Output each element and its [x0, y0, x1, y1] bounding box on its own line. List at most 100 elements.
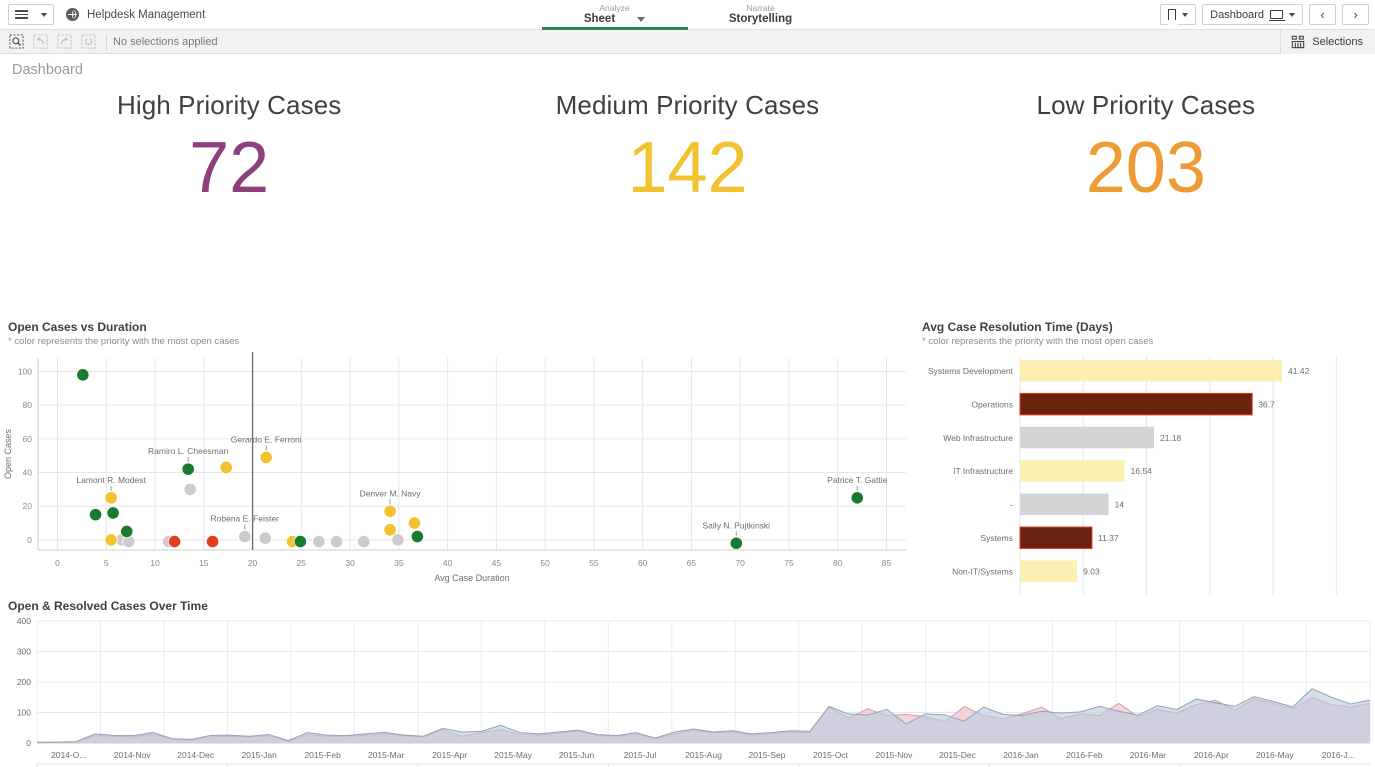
- scatter-point: [383, 523, 397, 537]
- next-sheet-button[interactable]: ›: [1342, 4, 1369, 25]
- bar: [1020, 426, 1155, 449]
- chart-open-cases-vs-duration[interactable]: Open Cases vs Duration * color represent…: [0, 312, 916, 597]
- svg-text:Denver M. Navy: Denver M. Navy: [360, 488, 422, 498]
- main-menu-button[interactable]: [8, 4, 54, 25]
- svg-text:2015-Apr: 2015-Apr: [432, 750, 467, 760]
- timeseries-header: Open & Resolved Cases Over Time: [0, 597, 1375, 613]
- svg-text:50: 50: [540, 558, 550, 568]
- scatter-point: [293, 534, 307, 549]
- tab-narrate-kicker: Narrate: [746, 3, 775, 13]
- scatter-plot[interactable]: 0 20 40 60 80 100 0 5 10 15 20 25 30 35 40 45 50 55 60 65 70…: [0, 350, 916, 595]
- svg-text:100: 100: [18, 366, 32, 376]
- chevron-left-icon: ‹: [1320, 7, 1325, 22]
- svg-text:2014-Dec: 2014-Dec: [177, 750, 215, 760]
- svg-text:Systems Development: Systems Development: [928, 366, 1014, 376]
- chevron-down-icon[interactable]: [637, 17, 646, 22]
- kpi-row: High Priority Cases 72 Medium Priority C…: [0, 90, 1375, 250]
- selection-tools: [0, 32, 100, 52]
- svg-text:80: 80: [833, 558, 843, 568]
- kpi-value: 142: [627, 128, 748, 208]
- svg-text:15: 15: [199, 558, 209, 568]
- scatter-point: [850, 491, 864, 505]
- chevron-down-icon: [40, 12, 47, 17]
- kpi-high-priority[interactable]: High Priority Cases 72: [0, 90, 458, 250]
- selections-label: Selections: [1312, 36, 1363, 48]
- svg-text:300: 300: [17, 647, 31, 657]
- scatter-header: Open Cases vs Duration * color represent…: [0, 312, 916, 347]
- tab-analyze-kicker: Analyze: [599, 3, 630, 13]
- svg-text:Lamont R. Modest: Lamont R. Modest: [76, 475, 146, 485]
- svg-text:2016-Mar: 2016-Mar: [1130, 750, 1167, 760]
- svg-text:36.7: 36.7: [1258, 399, 1275, 409]
- svg-text:2016-Apr: 2016-Apr: [1194, 750, 1229, 760]
- svg-text:20: 20: [23, 501, 33, 511]
- svg-text:2015-Mar: 2015-Mar: [368, 750, 405, 760]
- selection-search-icon[interactable]: [4, 32, 28, 52]
- svg-text:10: 10: [150, 558, 160, 568]
- svg-text:Open Cases: Open Cases: [3, 428, 13, 479]
- svg-text:75: 75: [784, 558, 794, 568]
- svg-text:Web Infrastructure: Web Infrastructure: [943, 433, 1013, 443]
- bar-title: Avg Case Resolution Time (Days): [922, 320, 1113, 334]
- svg-text:2014-Nov: 2014-Nov: [114, 750, 152, 760]
- svg-text:0: 0: [55, 558, 60, 568]
- svg-text:20: 20: [248, 558, 258, 568]
- scatter-subtitle: * color represents the priority with the…: [8, 336, 240, 347]
- svg-text:2016-Feb: 2016-Feb: [1066, 750, 1103, 760]
- svg-text:2016-May: 2016-May: [1256, 750, 1295, 760]
- svg-text:60: 60: [638, 558, 648, 568]
- kpi-value: 72: [189, 128, 270, 208]
- scatter-point: [88, 508, 103, 522]
- kpi-label: Low Priority Cases: [1036, 90, 1256, 120]
- scatter-point: [183, 482, 197, 496]
- svg-text:0: 0: [27, 535, 32, 545]
- svg-text:200: 200: [17, 677, 31, 687]
- tab-narrate-storytelling[interactable]: Narrate Storytelling: [688, 0, 834, 30]
- svg-text:400: 400: [17, 616, 31, 626]
- globe-icon: [66, 8, 79, 21]
- selections-button[interactable]: Selections: [1280, 30, 1375, 54]
- sheet-canvas: Dashboard High Priority Cases 72 Medium …: [0, 54, 1375, 767]
- svg-text:5: 5: [104, 558, 109, 568]
- bookmark-icon: [1167, 9, 1178, 25]
- selection-status: No selections applied: [113, 35, 218, 48]
- scatter-point: [407, 516, 422, 530]
- chart-open-resolved-over-time[interactable]: Open & Resolved Cases Over Time 0 100 200 3…: [0, 597, 1375, 767]
- sheet-selector-button[interactable]: Dashboard: [1202, 4, 1303, 25]
- kpi-value: 203: [1085, 128, 1206, 208]
- timeseries-chart[interactable]: 0 100 200 300 400 2014-O... 2014-Nov 2014-Dec 20…: [0, 615, 1375, 767]
- area-open: [37, 688, 1370, 743]
- svg-text:80: 80: [23, 400, 33, 410]
- bar-chart[interactable]: Systems Development 41.42 Operations 36.7 We…: [916, 350, 1375, 595]
- svg-text:100: 100: [17, 708, 31, 718]
- svg-text:35: 35: [394, 558, 404, 568]
- kpi-label: High Priority Cases: [116, 90, 342, 120]
- bookmarks-button[interactable]: [1160, 4, 1197, 25]
- page-title: Dashboard: [12, 62, 83, 78]
- top-bar: Helpdesk Management Analyze Sheet Narrat…: [0, 0, 1375, 30]
- scatter-point: [259, 450, 273, 464]
- bar-subtitle: * color represents the priority with the…: [922, 336, 1154, 347]
- svg-text:16.54: 16.54: [1131, 466, 1153, 476]
- sheet-icon: [1269, 10, 1285, 21]
- scatter-point: [205, 534, 220, 549]
- chart-avg-case-resolution-time[interactable]: Avg Case Resolution Time (Days) * color …: [916, 312, 1375, 597]
- kpi-medium-priority[interactable]: Medium Priority Cases 142: [458, 90, 916, 250]
- clear-all-icon[interactable]: [76, 32, 100, 52]
- previous-sheet-button[interactable]: ‹: [1309, 4, 1336, 25]
- scatter-point: [357, 534, 371, 549]
- svg-text:2015-Sep: 2015-Sep: [749, 750, 786, 760]
- tab-analyze-sheet[interactable]: Analyze Sheet: [541, 0, 688, 30]
- svg-text:2015-Aug: 2015-Aug: [685, 750, 722, 760]
- step-back-icon[interactable]: [28, 32, 52, 52]
- svg-text:IT Infrastructure: IT Infrastructure: [953, 466, 1013, 476]
- svg-text:2016-Jan: 2016-Jan: [1003, 750, 1039, 760]
- scatter-title: Open Cases vs Duration: [8, 320, 147, 334]
- chevron-down-icon: [1289, 12, 1295, 17]
- step-forward-icon[interactable]: [52, 32, 76, 52]
- svg-text:2015-May: 2015-May: [494, 750, 533, 760]
- svg-text:Operations: Operations: [971, 399, 1013, 409]
- svg-text:Systems: Systems: [980, 533, 1013, 543]
- svg-text:Avg Case Duration: Avg Case Duration: [434, 573, 509, 583]
- kpi-low-priority[interactable]: Low Priority Cases 203: [917, 90, 1375, 250]
